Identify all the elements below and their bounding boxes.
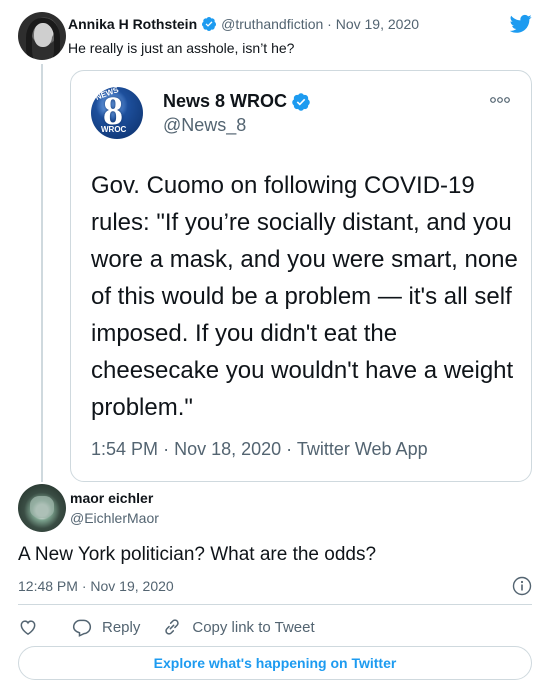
thread-connector-line	[41, 64, 43, 482]
parent-header: Annika H Rothstein @truthandfiction · No…	[68, 16, 419, 32]
parent-author-handle[interactable]: @truthandfiction	[221, 16, 323, 32]
parent-tweet[interactable]: Annika H Rothstein @truthandfiction · No…	[18, 12, 532, 482]
reply-tweet-text: A New York politician? What are the odds…	[18, 544, 377, 565]
verified-badge-icon	[202, 17, 217, 31]
reply-author-name[interactable]: maor eichler	[70, 490, 153, 506]
verified-badge-icon	[292, 92, 310, 111]
quoted-avatar[interactable]: NEWS 8 WROC	[91, 87, 143, 139]
action-bar: Reply Copy link to Tweet	[18, 616, 315, 638]
quoted-source: Twitter Web App	[296, 439, 428, 459]
explore-twitter-button[interactable]: Explore what's happening on Twitter	[18, 646, 532, 680]
quoted-meta: 1:54 PM · Nov 18, 2020 · Twitter Web App	[91, 439, 428, 460]
info-icon[interactable]	[512, 576, 532, 596]
meta-separator: ·	[163, 439, 170, 459]
reply-avatar[interactable]	[18, 484, 66, 532]
meta-separator: ·	[286, 439, 293, 459]
parent-date[interactable]: Nov 19, 2020	[336, 16, 419, 32]
quoted-time[interactable]: 1:54 PM	[91, 439, 158, 459]
quoted-author-handle[interactable]: @News_8	[163, 115, 246, 136]
twitter-bird-icon[interactable]	[510, 14, 532, 34]
parent-avatar[interactable]	[18, 12, 66, 60]
meta-separator: ·	[327, 16, 332, 32]
reply-button[interactable]: Reply	[72, 617, 140, 637]
meta-separator: ·	[81, 578, 87, 594]
quoted-name-row: News 8 WROC	[163, 91, 315, 112]
parent-tweet-text: He really is just an asshole, isn’t he?	[68, 40, 295, 56]
like-button[interactable]	[18, 617, 38, 637]
reply-date[interactable]: Nov 19, 2020	[90, 578, 173, 594]
reply-button-label: Reply	[102, 618, 141, 636]
reply-icon	[72, 619, 92, 637]
heart-icon	[20, 620, 36, 635]
copy-link-button[interactable]: Copy link to Tweet	[162, 617, 315, 637]
reply-time[interactable]: 12:48 PM	[18, 578, 78, 594]
reply-author-handle[interactable]: @EichlerMaor	[70, 510, 159, 526]
reply-meta: 12:48 PM · Nov 19, 2020	[18, 578, 174, 594]
more-options-icon[interactable]	[489, 95, 511, 105]
quoted-tweet-text: Gov. Cuomo on following COVID-19 rules: …	[91, 172, 518, 421]
quoted-date[interactable]: Nov 18, 2020	[174, 439, 281, 459]
parent-author-name[interactable]: Annika H Rothstein	[68, 16, 197, 32]
avatar-wroc-text: WROC	[101, 125, 127, 134]
quoted-tweet-card[interactable]: NEWS 8 WROC News 8 WROC @News_8 Gov. Cuo…	[70, 70, 532, 482]
quoted-author-name[interactable]: News 8 WROC	[163, 91, 287, 112]
divider	[18, 604, 532, 605]
copy-link-label: Copy link to Tweet	[192, 618, 315, 636]
link-icon	[165, 619, 180, 635]
